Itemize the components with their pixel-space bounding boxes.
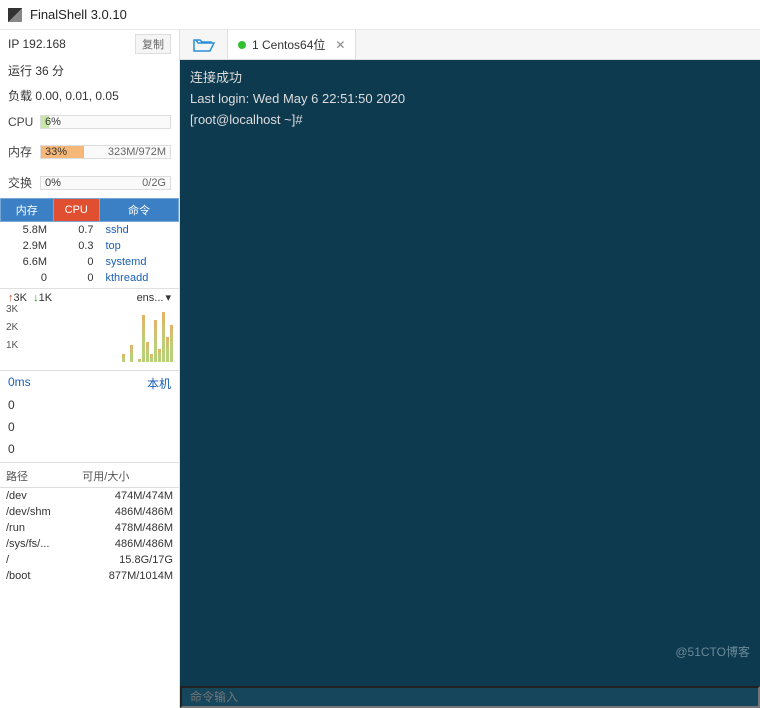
chevron-down-icon: ▾ (165, 292, 171, 304)
cpu-label: CPU (8, 115, 40, 129)
mem-row: 内存 33%323M/972M (0, 139, 179, 164)
table-row: 00kthreadd (1, 270, 179, 286)
ping-row: 0ms 本机 (0, 373, 179, 394)
disk-table[interactable]: 路径可用/大小 /dev474M/474M /dev/shm486M/486M … (0, 465, 179, 584)
status-dot-icon (238, 41, 246, 49)
tab-session[interactable]: 1 Centos64位 ✕ (228, 30, 356, 59)
cpu-row: CPU 6% (0, 111, 179, 133)
term-line: 连接成功 (190, 68, 750, 89)
folder-open-icon (193, 37, 215, 53)
ip-label: IP 192.168 (8, 37, 66, 51)
col-size[interactable]: 可用/大小 (76, 465, 179, 488)
term-line: Last login: Wed May 6 22:51:50 2020 (190, 89, 750, 110)
table-row: /boot877M/1014M (0, 568, 179, 584)
swap-bar: 0%0/2G (40, 176, 171, 190)
col-cpu[interactable]: CPU (53, 199, 99, 222)
ping-loc[interactable]: 本机 (147, 375, 171, 392)
table-row: /dev/shm486M/486M (0, 504, 179, 520)
swap-label: 交换 (8, 174, 40, 191)
terminal[interactable]: 连接成功 Last login: Wed May 6 22:51:50 2020… (180, 60, 760, 686)
table-row: /sys/fs/...486M/486M (0, 536, 179, 552)
close-tab-icon[interactable]: ✕ (335, 38, 345, 52)
table-row: 6.6M0systemd (1, 254, 179, 270)
content-area: 1 Centos64位 ✕ 连接成功 Last login: Wed May 6… (180, 30, 760, 708)
load-text: 负载 0.00, 0.01, 0.05 (0, 83, 179, 108)
tab-label: 1 Centos64位 (252, 36, 325, 53)
term-prompt: [root@localhost ~]# (190, 110, 750, 131)
table-row: 5.8M0.7sshd (1, 222, 179, 239)
network-chart: 3K 2K 1K (6, 304, 173, 362)
table-row: /15.8G/17G (0, 552, 179, 568)
iface-select[interactable]: ens...▾ (137, 291, 171, 304)
col-cmd[interactable]: 命令 (100, 199, 179, 222)
ip-value: 192.168 (22, 37, 65, 51)
sidebar: IP 192.168 复制 运行 36 分 负载 0.00, 0.01, 0.0… (0, 30, 180, 708)
cpu-bar: 6% (40, 115, 171, 129)
app-title: FinalShell 3.0.10 (30, 7, 127, 22)
command-input[interactable] (180, 686, 760, 708)
mem-bar: 33%323M/972M (40, 145, 171, 159)
titlebar: FinalShell 3.0.10 (0, 0, 760, 30)
tab-bar: 1 Centos64位 ✕ (180, 30, 760, 60)
network-row: ↑3K ↓1K ens...▾ (0, 291, 179, 304)
uptime-text: 运行 36 分 (0, 58, 179, 83)
table-row: /dev474M/474M (0, 488, 179, 505)
table-row: /run478M/486M (0, 520, 179, 536)
swap-row: 交换 0%0/2G (0, 170, 179, 195)
mem-label: 内存 (8, 143, 40, 160)
watermark: @51CTO博客 (675, 643, 750, 662)
folder-button[interactable] (180, 30, 228, 59)
copy-ip-button[interactable]: 复制 (135, 34, 171, 54)
ping-ms: 0ms (8, 375, 31, 392)
col-mem[interactable]: 内存 (1, 199, 54, 222)
process-table[interactable]: 内存 CPU 命令 5.8M0.7sshd 2.9M0.3top 6.6M0sy… (0, 198, 179, 286)
table-row: 2.9M0.3top (1, 238, 179, 254)
app-logo-icon (8, 8, 22, 22)
col-path[interactable]: 路径 (0, 465, 76, 488)
